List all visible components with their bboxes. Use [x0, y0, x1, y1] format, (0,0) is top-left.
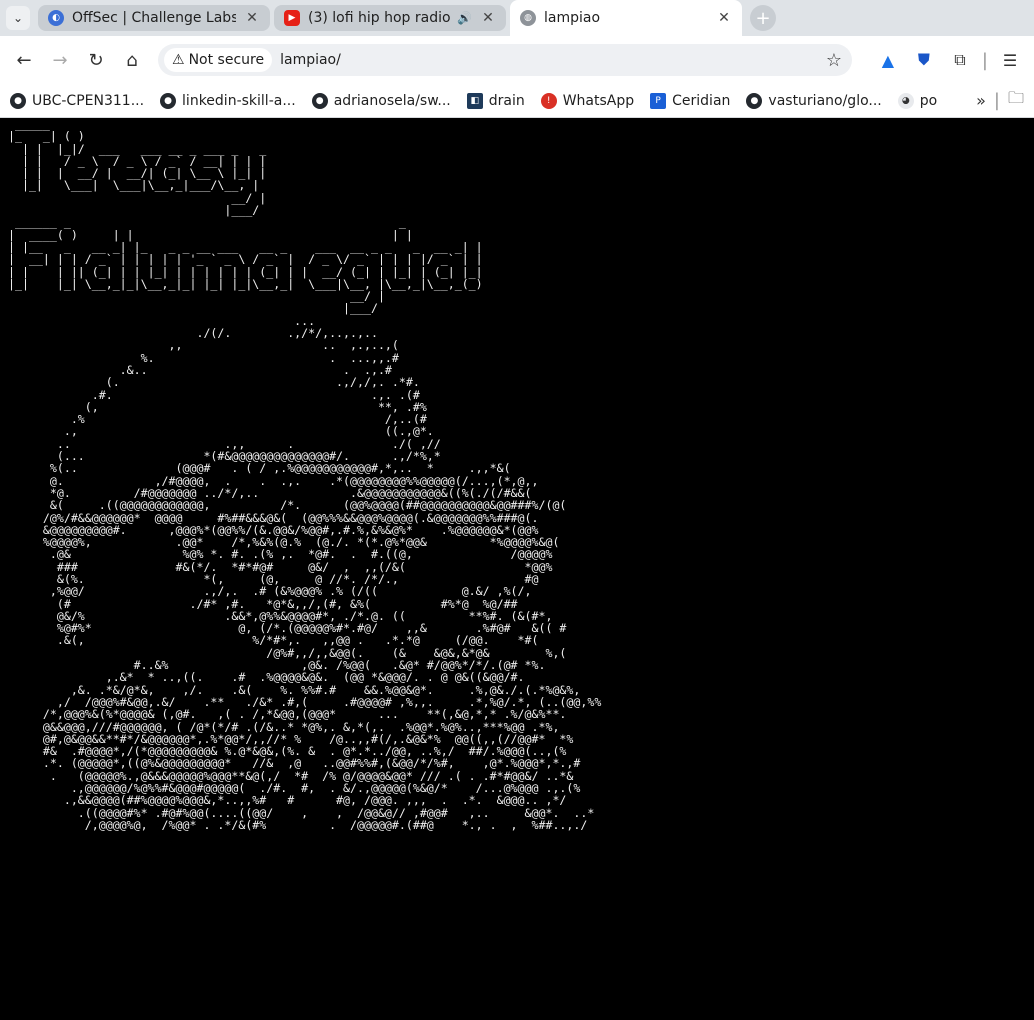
home-icon: ⌂ [126, 49, 138, 71]
bookmark-label: UBC-CPEN311... [32, 92, 145, 109]
reload-icon: ↻ [88, 49, 104, 71]
arrow-right-icon: → [52, 49, 68, 71]
bookmark-label: po [919, 92, 938, 109]
alert-icon: ! [540, 92, 557, 109]
page-content: _____ |_ _| ( ) | | |_|/ ___ ___ __ _ __… [0, 118, 1034, 1020]
offsec-favicon-icon: ◐ [48, 10, 64, 26]
extension-a-icon[interactable]: ▲ [874, 46, 902, 74]
chevron-down-icon: ⌄ [12, 11, 24, 25]
globe-icon: ◍ [520, 10, 536, 26]
github-icon: ● [10, 92, 26, 109]
bookmark-label: adrianosela/sw... [333, 92, 451, 109]
reload-button[interactable]: ↻ [82, 46, 110, 74]
address-bar[interactable]: ⚠ Not secure lampiao/ ☆ [158, 44, 852, 76]
warning-icon: ⚠ [172, 52, 185, 68]
bookmark-item[interactable]: P Ceridian [650, 92, 731, 109]
youtube-favicon-icon: ▶ [284, 10, 300, 26]
bookmark-item[interactable]: ● linkedin-skill-a... [160, 92, 296, 109]
puzzle-icon[interactable]: ⧉ [946, 46, 974, 74]
bookmarks-bar: ● UBC-CPEN311... ● linkedin-skill-a... ● ad… [0, 84, 1034, 118]
tab-strip: ⌄ ◐ OffSec | Challenge Labs ✕ ▶ (3) lofi… [0, 0, 1034, 36]
github-icon: ● [746, 92, 763, 109]
speaker-icon: 🔊 [457, 11, 472, 25]
bookmarks-divider: | [993, 90, 1000, 111]
tab-search-button[interactable]: ⌄ [6, 6, 30, 30]
home-button[interactable]: ⌂ [118, 46, 146, 74]
tab-title: lampiao [544, 10, 601, 26]
arrow-left-icon: ← [16, 49, 32, 71]
bookmark-item[interactable]: ● adrianosela/sw... [311, 92, 451, 109]
tab-title: OffSec | Challenge Labs [72, 10, 236, 26]
toolbar: ← → ↻ ⌂ ⚠ Not secure lampiao/ ☆ ▲ ⛊ ⧉ | … [0, 36, 1034, 84]
github-icon: ● [311, 92, 328, 109]
close-icon[interactable]: ✕ [244, 10, 260, 26]
drain-icon: ◧ [466, 92, 483, 109]
toolbar-divider: | [981, 49, 988, 71]
url-text[interactable]: lampiao/ [280, 52, 822, 68]
menu-icon[interactable]: ☰ [996, 46, 1024, 74]
po-icon: ◕ [897, 92, 914, 109]
new-tab-button[interactable]: + [750, 5, 776, 31]
bookmark-item[interactable]: ◧ drain [466, 92, 525, 109]
bookmark-item[interactable]: ● vasturiano/glo... [746, 92, 882, 109]
forward-button[interactable]: → [46, 46, 74, 74]
ascii-art: _____ |_ _| ( ) | | |_|/ ___ ___ __ _ __… [8, 118, 602, 832]
bookmark-star-icon[interactable]: ☆ [822, 50, 846, 71]
back-button[interactable]: ← [10, 46, 38, 74]
ceridian-icon: P [650, 92, 667, 109]
bookmark-label: Ceridian [672, 92, 731, 109]
plus-icon: + [755, 7, 771, 29]
chevron-right-icon[interactable]: » [976, 91, 986, 110]
bookmark-label: vasturiano/glo... [768, 92, 882, 109]
bookmark-item[interactable]: ◕ po [897, 92, 938, 109]
close-icon[interactable]: ✕ [480, 10, 496, 26]
tab-title: (3) lofi hip hop radio 📚 [308, 10, 453, 26]
security-label: Not secure [188, 52, 265, 68]
tab-lofi[interactable]: ▶ (3) lofi hip hop radio 📚 🔊 ✕ [274, 5, 506, 31]
security-chip[interactable]: ⚠ Not secure [164, 48, 273, 72]
bookmark-label: linkedin-skill-a... [182, 92, 296, 109]
bookmark-item[interactable]: ! WhatsApp [540, 92, 635, 109]
tab-lampiao[interactable]: ◍ lampiao ✕ [510, 0, 742, 36]
github-icon: ● [160, 92, 177, 109]
bookmark-label: WhatsApp [562, 92, 635, 109]
tab-offsec[interactable]: ◐ OffSec | Challenge Labs ✕ [38, 5, 270, 31]
folder-icon[interactable]: 🗀 [1008, 87, 1024, 114]
bookmark-label: drain [488, 92, 525, 109]
shield-icon[interactable]: ⛊ [910, 46, 938, 74]
bookmark-item[interactable]: ● UBC-CPEN311... [10, 92, 145, 109]
close-icon[interactable]: ✕ [716, 10, 732, 26]
